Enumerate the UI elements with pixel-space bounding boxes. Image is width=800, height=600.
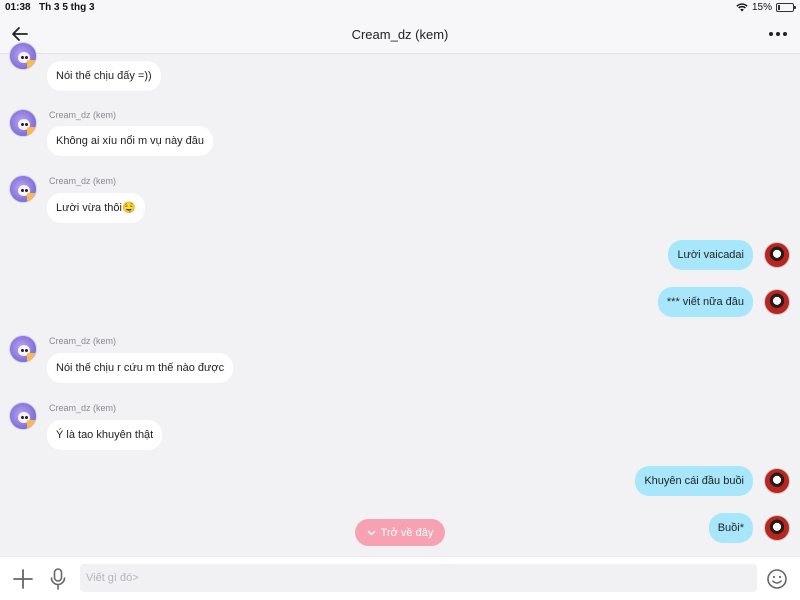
message-bubble[interactable]: Lười vừa thôi🤤 — [47, 193, 145, 223]
message-bubble[interactable]: Nói thế chịu đấy =)) — [47, 61, 161, 91]
microphone-icon[interactable] — [48, 567, 68, 591]
message-bubble-own[interactable]: Khuyên cái đầu buồi — [635, 466, 753, 496]
avatar[interactable] — [9, 335, 37, 363]
message-input[interactable] — [80, 564, 757, 592]
avatar[interactable] — [9, 109, 37, 137]
sender-name: Cream_dz (kem) — [49, 403, 117, 413]
status-bar: 01:38 Th 3 5 thg 3 15% — [0, 0, 800, 16]
message-bubble[interactable]: Ý là tao khuyên thật — [47, 420, 163, 450]
avatar[interactable] — [9, 402, 37, 430]
chat-screen: 01:38 Th 3 5 thg 3 15% Cream_dz (kem) Nó… — [0, 0, 800, 600]
message-bubble-own[interactable]: *** viết nữa đâu — [657, 287, 753, 317]
wifi-icon — [736, 3, 748, 12]
message-input-bar — [0, 556, 800, 600]
chat-header: Cream_dz (kem) — [0, 16, 800, 54]
sender-name: Cream_dz (kem) — [49, 110, 117, 120]
status-date: Th 3 5 thg 3 — [39, 2, 95, 13]
emoji-icon[interactable] — [766, 568, 788, 590]
return-pill-label: Trở về đây — [380, 526, 434, 539]
plus-icon[interactable] — [12, 568, 34, 590]
avatar-own[interactable] — [764, 515, 790, 541]
return-to-latest-button[interactable]: Trở về đây — [355, 519, 445, 546]
message-bubble[interactable]: Nói thế chịu r cứu m thế nào được — [47, 353, 234, 383]
battery-icon — [776, 3, 796, 12]
sender-name: Cream_dz (kem) — [49, 336, 117, 346]
avatar-own[interactable] — [764, 468, 790, 494]
message-bubble-own[interactable]: Buồi* — [708, 513, 753, 543]
status-time: 01:38 — [5, 2, 31, 13]
chevron-down-icon — [367, 530, 376, 535]
avatar-own[interactable] — [764, 289, 790, 315]
avatar[interactable] — [9, 42, 37, 70]
sender-name: Cream_dz (kem) — [49, 176, 117, 186]
battery-percent: 15% — [751, 2, 772, 13]
chat-title: Cream_dz (kem) — [351, 27, 449, 42]
status-right: 15% — [736, 2, 796, 13]
avatar-own[interactable] — [764, 242, 790, 268]
more-options-icon[interactable] — [766, 24, 790, 44]
avatar[interactable] — [9, 175, 37, 203]
message-bubble[interactable]: Không ai xíu nổi m vụ này đâu — [47, 126, 213, 156]
message-bubble-own[interactable]: Lười vaicadai — [668, 240, 753, 270]
